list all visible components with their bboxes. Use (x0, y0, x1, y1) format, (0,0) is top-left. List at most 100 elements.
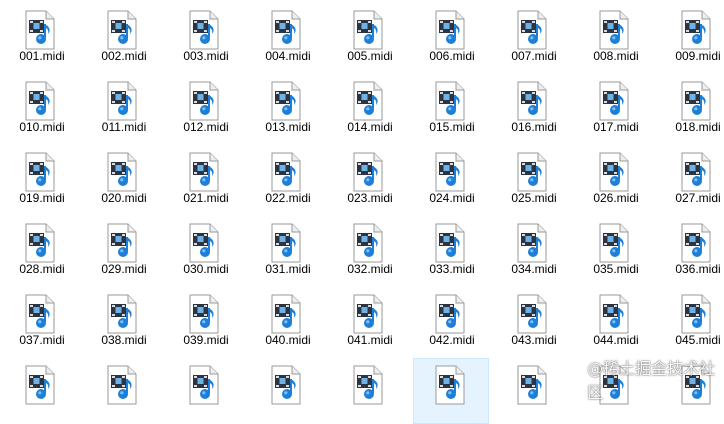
file-item[interactable]: 005.midi (331, 3, 407, 69)
file-item[interactable]: 016.midi (495, 74, 571, 140)
midi-file-icon (516, 365, 548, 405)
file-name: 015.midi (429, 120, 475, 134)
file-item[interactable] (331, 358, 407, 424)
midi-file-icon (106, 223, 138, 263)
file-item[interactable]: 021.midi (167, 145, 243, 211)
file-item[interactable]: 006.midi (413, 3, 489, 69)
file-item[interactable]: 044.midi (577, 287, 653, 353)
midi-file-icon (352, 10, 384, 50)
file-name: 044.midi (593, 333, 639, 347)
file-item[interactable]: 018.midi (659, 74, 724, 140)
file-item[interactable]: 025.midi (495, 145, 571, 211)
file-item[interactable]: 035.midi (577, 216, 653, 282)
file-item[interactable]: 009.midi (659, 3, 724, 69)
file-item[interactable]: 038.midi (85, 287, 161, 353)
file-item[interactable]: 010.midi (3, 74, 79, 140)
file-item[interactable]: 013.midi (249, 74, 325, 140)
file-item[interactable]: 028.midi (3, 216, 79, 282)
midi-file-icon (352, 223, 384, 263)
midi-file-icon (516, 152, 548, 192)
midi-file-icon (434, 152, 466, 192)
midi-file-icon (188, 294, 220, 334)
file-item[interactable]: 040.midi (249, 287, 325, 353)
file-item[interactable]: 012.midi (167, 74, 243, 140)
midi-file-icon (106, 10, 138, 50)
midi-file-icon (680, 294, 712, 334)
midi-file-icon (516, 294, 548, 334)
file-item[interactable]: 007.midi (495, 3, 571, 69)
file-item[interactable]: 029.midi (85, 216, 161, 282)
file-item[interactable] (249, 358, 325, 424)
file-name: 019.midi (19, 191, 65, 205)
midi-file-icon (598, 223, 630, 263)
file-item[interactable]: 026.midi (577, 145, 653, 211)
file-name: 032.midi (347, 262, 393, 276)
file-name: 039.midi (183, 333, 229, 347)
file-item[interactable] (167, 358, 243, 424)
file-name: 005.midi (347, 49, 393, 63)
file-name: 011.midi (101, 120, 147, 134)
file-item[interactable]: 033.midi (413, 216, 489, 282)
midi-file-icon (270, 294, 302, 334)
file-item[interactable]: 037.midi (3, 287, 79, 353)
file-name: 031.midi (265, 262, 311, 276)
file-item[interactable]: 030.midi (167, 216, 243, 282)
file-item[interactable] (3, 358, 79, 424)
file-item[interactable]: 032.midi (331, 216, 407, 282)
midi-file-icon (270, 152, 302, 192)
file-name: 037.midi (19, 333, 65, 347)
file-item[interactable]: 019.midi (3, 145, 79, 211)
file-item[interactable]: 024.midi (413, 145, 489, 211)
file-item[interactable]: 039.midi (167, 287, 243, 353)
file-grid: 001.midi 002.midi 003.midi 004.midi 005.… (0, 0, 724, 424)
file-item[interactable]: 003.midi (167, 3, 243, 69)
file-item[interactable]: 042.midi (413, 287, 489, 353)
midi-file-icon (352, 81, 384, 121)
file-item[interactable]: 015.midi (413, 74, 489, 140)
midi-file-icon (434, 223, 466, 263)
midi-file-icon (516, 10, 548, 50)
file-item[interactable]: 034.midi (495, 216, 571, 282)
midi-file-icon (352, 365, 384, 405)
midi-file-icon (598, 294, 630, 334)
file-item[interactable]: 041.midi (331, 287, 407, 353)
file-name: 007.midi (511, 49, 557, 63)
watermark: @稀土掘金技术社区 (566, 359, 724, 402)
file-name: 038.midi (101, 333, 147, 347)
file-item[interactable]: 023.midi (331, 145, 407, 211)
file-item[interactable]: 011.midi (85, 74, 161, 140)
midi-file-icon (188, 10, 220, 50)
file-name: 030.midi (183, 262, 229, 276)
midi-file-icon (24, 294, 56, 334)
file-item[interactable] (85, 358, 161, 424)
file-name: 017.midi (593, 120, 639, 134)
file-item[interactable]: 008.midi (577, 3, 653, 69)
midi-file-icon (516, 223, 548, 263)
file-item[interactable]: 045.midi (659, 287, 724, 353)
file-item[interactable] (495, 358, 571, 424)
midi-file-icon (680, 223, 712, 263)
file-item[interactable]: 017.midi (577, 74, 653, 140)
file-item[interactable]: 002.midi (85, 3, 161, 69)
file-item[interactable]: 043.midi (495, 287, 571, 353)
midi-file-icon (598, 152, 630, 192)
file-item[interactable]: 020.midi (85, 145, 161, 211)
midi-file-icon (352, 294, 384, 334)
file-name: 003.midi (183, 49, 229, 63)
file-name: 023.midi (347, 191, 393, 205)
file-item[interactable]: 004.midi (249, 3, 325, 69)
file-item[interactable]: 001.midi (3, 3, 79, 69)
midi-file-icon (188, 152, 220, 192)
file-item[interactable]: 027.midi (659, 145, 724, 211)
file-item[interactable]: 014.midi (331, 74, 407, 140)
midi-file-icon (434, 294, 466, 334)
file-item[interactable]: 031.midi (249, 216, 325, 282)
midi-file-icon (270, 10, 302, 50)
file-name: 021.midi (183, 191, 229, 205)
file-name: 010.midi (19, 120, 65, 134)
file-name: 035.midi (593, 262, 639, 276)
file-item[interactable]: 022.midi (249, 145, 325, 211)
midi-file-icon (680, 81, 712, 121)
file-item[interactable]: 036.midi (659, 216, 724, 282)
file-item[interactable] (413, 358, 489, 424)
